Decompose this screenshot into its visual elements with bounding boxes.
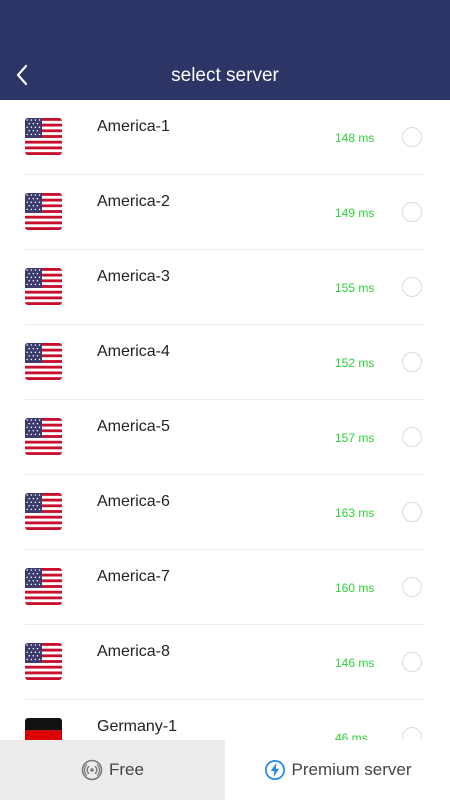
us-flag-icon [25,268,62,305]
server-ping: 163 ms [335,506,375,520]
server-radio[interactable] [402,427,422,447]
server-row[interactable]: Germany-1 46 ms [0,700,450,740]
us-flag-graphic [25,268,62,305]
server-radio[interactable] [402,202,422,222]
tab-premium-server[interactable]: Premium server [225,740,450,800]
us-flag-graphic [25,568,62,605]
server-ping: 149 ms [335,206,375,220]
us-flag-graphic [25,118,62,155]
server-name: America-7 [97,568,170,585]
server-list[interactable]: America-1 148 ms America-2 149 ms Americ… [0,100,450,740]
server-name: America-4 [97,343,170,360]
server-radio[interactable] [402,277,422,297]
signal-icon [81,759,103,781]
us-flag-icon [25,493,62,530]
server-ping: 157 ms [335,431,375,445]
server-ping: 160 ms [335,581,375,595]
us-flag-icon [25,418,62,455]
tab-free[interactable]: Free [0,740,225,800]
app-header: select server [0,0,450,100]
server-row[interactable]: America-6 163 ms [0,475,450,550]
tab-free-label: Free [109,760,144,779]
server-row[interactable]: America-1 148 ms [0,100,450,175]
us-flag-graphic [25,193,62,230]
server-radio[interactable] [402,727,422,740]
server-ping: 46 ms [335,731,368,740]
server-name: America-3 [97,268,170,285]
server-row[interactable]: America-8 146 ms [0,625,450,700]
us-flag-graphic [25,643,62,680]
lightning-icon [264,759,286,781]
server-radio[interactable] [402,502,422,522]
server-radio[interactable] [402,652,422,672]
server-ping: 155 ms [335,281,375,295]
us-flag-icon [25,193,62,230]
bottom-tab-bar: Free Premium server [0,740,450,800]
us-flag-graphic [25,343,62,380]
server-radio[interactable] [402,352,422,372]
server-ping: 152 ms [335,356,375,370]
us-flag-icon [25,568,62,605]
server-name: America-5 [97,418,170,435]
server-row[interactable]: America-2 149 ms [0,175,450,250]
server-ping: 148 ms [335,131,375,145]
server-radio[interactable] [402,127,422,147]
server-name: America-6 [97,493,170,510]
us-flag-icon [25,643,62,680]
germany-flag-icon [25,718,62,740]
server-row[interactable]: America-5 157 ms [0,400,450,475]
germany-flag-graphic [25,718,62,740]
us-flag-graphic [25,493,62,530]
server-ping: 146 ms [335,656,375,670]
server-name: America-2 [97,193,170,210]
tab-premium-label: Premium server [291,760,412,779]
server-name: Germany-1 [97,718,178,735]
server-radio[interactable] [402,577,422,597]
us-flag-graphic [25,418,62,455]
us-flag-icon [25,343,62,380]
server-row[interactable]: America-4 152 ms [0,325,450,400]
server-row[interactable]: America-7 160 ms [0,550,450,625]
server-row[interactable]: America-3 155 ms [0,250,450,325]
server-name: America-8 [97,643,170,660]
us-flag-icon [25,118,62,155]
page-title: select server [171,65,279,86]
server-name: America-1 [97,118,170,135]
